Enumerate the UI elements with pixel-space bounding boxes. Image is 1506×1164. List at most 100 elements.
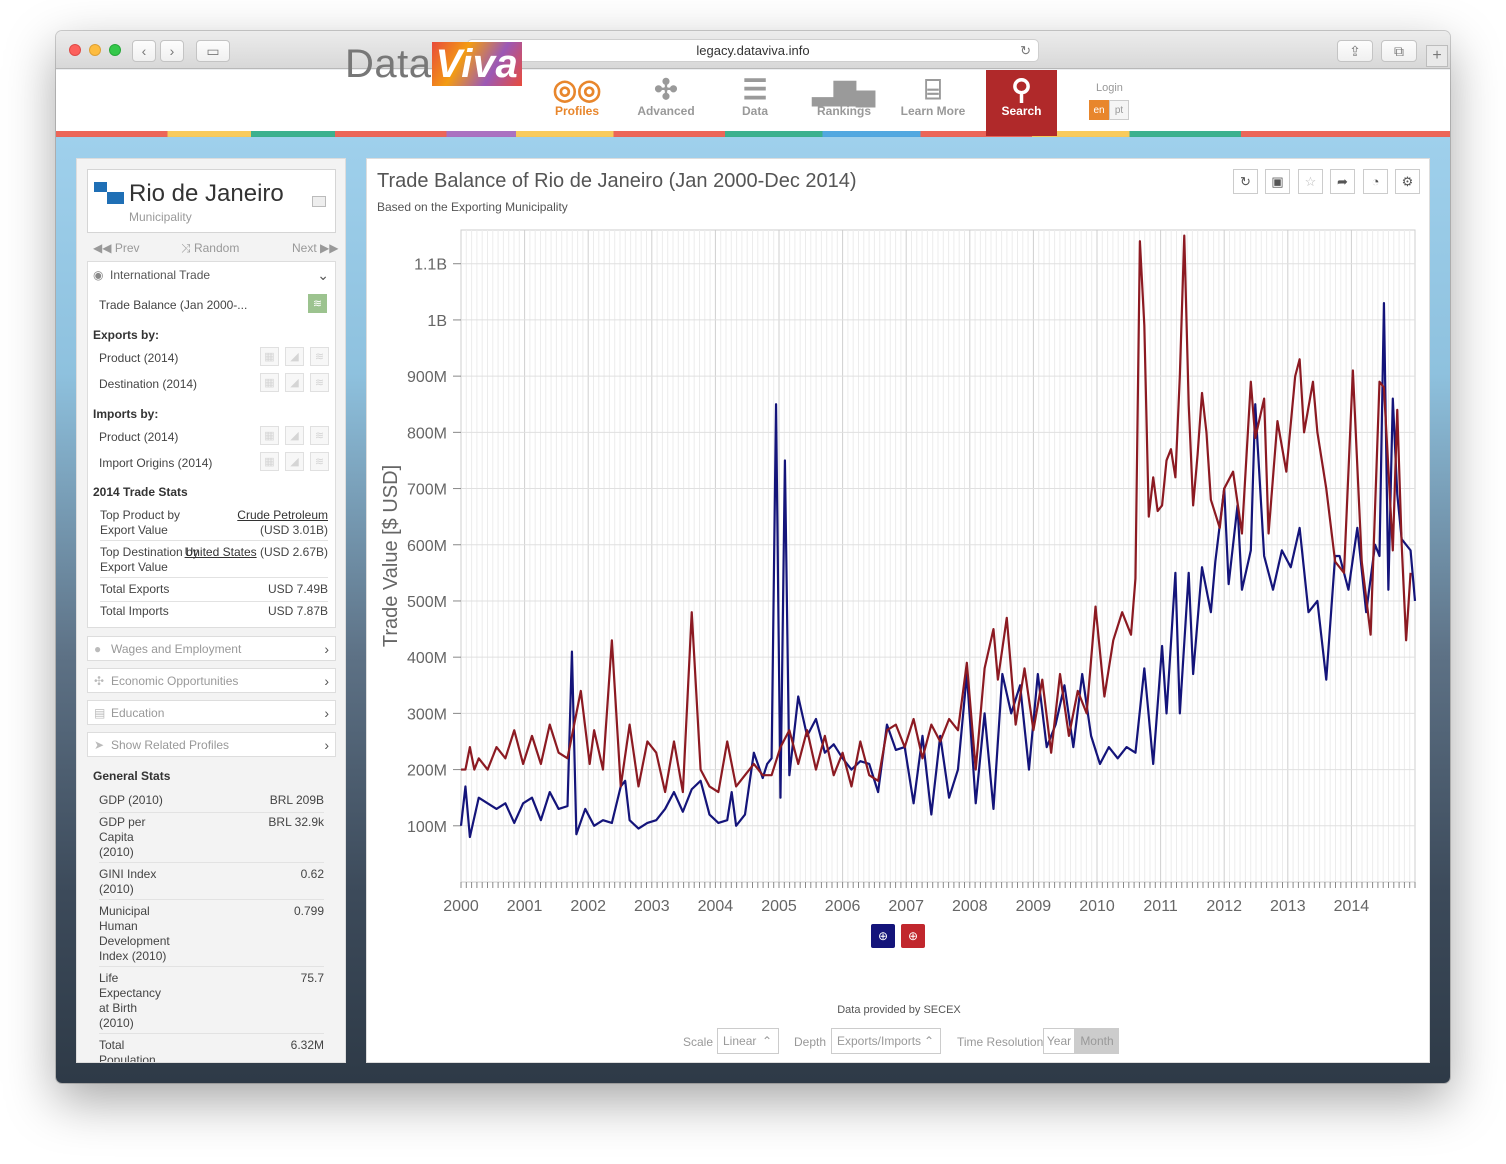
imports-product-link[interactable]: Product (2014) bbox=[99, 430, 178, 444]
chart-panel: Trade Balance of Rio de Janeiro (Jan 200… bbox=[366, 158, 1430, 1063]
trade-balance-link[interactable]: Trade Balance (Jan 2000-... bbox=[99, 298, 247, 312]
exports-destination-link[interactable]: Destination (2014) bbox=[99, 377, 197, 391]
scale-select[interactable]: Linear ⌃ bbox=[717, 1028, 779, 1054]
top-product-label: Top Product by Export Value bbox=[100, 508, 181, 537]
star-icon[interactable]: ☆ bbox=[1298, 169, 1323, 194]
line-chart-icon[interactable]: ≋ bbox=[310, 426, 329, 445]
reload-icon[interactable]: ↻ bbox=[1020, 40, 1031, 61]
line-chart-icon[interactable]: ≋ bbox=[310, 452, 329, 471]
card-icon[interactable] bbox=[312, 196, 326, 207]
treemap-icon[interactable]: ▦ bbox=[260, 426, 279, 445]
wages-section-header[interactable]: ● Wages and Employment › bbox=[87, 636, 336, 661]
refresh-icon[interactable]: ↻ bbox=[1233, 169, 1258, 194]
nav-advanced-label: Advanced bbox=[637, 104, 695, 118]
save-icon[interactable]: ▣ bbox=[1265, 169, 1290, 194]
minimize-window-button[interactable] bbox=[89, 44, 101, 56]
nav-profiles-label: Profiles bbox=[554, 104, 599, 118]
x-tick-label: 2012 bbox=[1206, 898, 1242, 915]
top-product-link[interactable]: Crude Petroleum bbox=[237, 508, 328, 522]
share-icon[interactable]: ➦ bbox=[1330, 169, 1355, 194]
nav-advanced[interactable]: ✣ Advanced bbox=[629, 70, 703, 136]
dashboard-icon[interactable]: ◔ bbox=[1363, 169, 1388, 194]
y-tick-label: 1B bbox=[427, 313, 447, 330]
new-tab-icon[interactable]: + bbox=[1426, 45, 1448, 67]
exports-by-heading: Exports by: bbox=[93, 328, 160, 342]
line-chart-icon[interactable]: ≋ bbox=[308, 294, 327, 313]
top-destination-amount: (USD 2.67B) bbox=[259, 545, 328, 559]
dataviva-logo[interactable]: Data Viva bbox=[345, 42, 523, 87]
nav-search[interactable]: ⚲ Search bbox=[986, 70, 1057, 136]
stat-label: GDP per Capita (2010) bbox=[99, 815, 146, 859]
next-profile-link[interactable]: Next ▶▶ bbox=[292, 241, 339, 255]
stacked-chart-icon[interactable]: ◢ bbox=[285, 373, 304, 392]
browser-window: ‹ › ▭ legacy.dataviva.info ↻ ⇪ ⧉ + Data V… bbox=[56, 31, 1450, 1083]
export-globe-icon[interactable]: ⊕ bbox=[871, 924, 895, 948]
close-window-button[interactable] bbox=[69, 44, 81, 56]
tabs-icon[interactable]: ⧉ bbox=[1381, 40, 1417, 62]
wages-label: Wages and Employment bbox=[111, 642, 242, 656]
y-tick-label: 500M bbox=[407, 594, 447, 611]
settings-icon[interactable]: ⚙ bbox=[1395, 169, 1420, 194]
nav-search-label: Search bbox=[1001, 104, 1042, 118]
top-destination-link[interactable]: United States bbox=[185, 545, 257, 559]
binoculars-icon: ◎◎ bbox=[552, 74, 602, 105]
top-destination-value-wrap: United States (USD 2.67B) bbox=[185, 545, 328, 560]
next-icon: ▶▶ bbox=[320, 241, 339, 255]
login-link[interactable]: Login bbox=[1096, 82, 1123, 94]
scale-value: Linear bbox=[723, 1034, 757, 1048]
zoom-window-button[interactable] bbox=[109, 44, 121, 56]
line-chart-icon[interactable]: ≋ bbox=[310, 373, 329, 392]
month-toggle[interactable]: Month bbox=[1075, 1028, 1119, 1054]
shuffle-icon: ⤨ bbox=[181, 241, 191, 255]
sidebar-toggle-icon[interactable]: ▭ bbox=[196, 40, 230, 62]
y-tick-label: 400M bbox=[407, 650, 447, 667]
x-tick-label: 2002 bbox=[570, 898, 606, 915]
import-globe-icon[interactable]: ⊕ bbox=[901, 924, 925, 948]
population-stat: Total Population 6.32M bbox=[99, 1038, 324, 1062]
top-product-stat: Top Product by Export Value Crude Petrol… bbox=[100, 508, 328, 541]
exports-product-link[interactable]: Product (2014) bbox=[99, 351, 178, 365]
search-icon: ⚲ bbox=[1011, 74, 1032, 105]
trade-section-label: International Trade bbox=[110, 268, 211, 282]
nav-profiles[interactable]: ◎◎ Profiles bbox=[540, 70, 614, 136]
imports-origins-link[interactable]: Import Origins (2014) bbox=[99, 456, 212, 470]
chart-title: Trade Balance of Rio de Janeiro (Jan 200… bbox=[377, 170, 857, 192]
book-icon: ⌸ bbox=[924, 74, 942, 105]
y-tick-label: 600M bbox=[407, 538, 447, 555]
y-tick-label: 900M bbox=[407, 369, 447, 386]
back-icon[interactable]: ‹ bbox=[132, 40, 156, 62]
treemap-icon[interactable]: ▦ bbox=[260, 347, 279, 366]
line-chart-icon[interactable]: ≋ bbox=[310, 347, 329, 366]
prev-profile-link[interactable]: ◀◀ Prev bbox=[93, 241, 140, 255]
nav-rankings[interactable]: ▂▆▄ Rankings bbox=[807, 70, 881, 136]
education-section-header[interactable]: ▤ Education › bbox=[87, 700, 336, 725]
chevron-right-icon: › bbox=[324, 737, 329, 753]
book-icon: ▤ bbox=[94, 706, 106, 720]
x-tick-label: 2001 bbox=[507, 898, 543, 915]
lang-pt-button[interactable]: pt bbox=[1109, 100, 1129, 120]
profile-card: Rio de Janeiro Municipality bbox=[87, 169, 336, 233]
lang-en-button[interactable]: en bbox=[1089, 100, 1109, 120]
depth-select[interactable]: Exports/Imports ⌃ bbox=[831, 1028, 941, 1054]
chevron-down-icon: ⌄ bbox=[317, 267, 329, 283]
stacked-chart-icon[interactable]: ◢ bbox=[285, 347, 304, 366]
share-icon[interactable]: ⇪ bbox=[1337, 40, 1373, 62]
nav-learn-more[interactable]: ⌸ Learn More bbox=[896, 70, 970, 136]
y-tick-label: 1.1B bbox=[414, 257, 447, 274]
gdp-stat: GDP (2010) BRL 209B bbox=[99, 793, 324, 813]
address-bar[interactable]: legacy.dataviva.info ↻ bbox=[467, 39, 1039, 62]
related-profiles-header[interactable]: ➤ Show Related Profiles › bbox=[87, 732, 336, 757]
year-toggle[interactable]: Year bbox=[1043, 1028, 1075, 1054]
stacked-chart-icon[interactable]: ◢ bbox=[285, 426, 304, 445]
international-trade-header[interactable]: ◉ International Trade ⌄ bbox=[88, 262, 335, 288]
stacked-chart-icon[interactable]: ◢ bbox=[285, 452, 304, 471]
x-tick-label: 2013 bbox=[1270, 898, 1306, 915]
chevron-up-icon: ⌃ bbox=[761, 1034, 772, 1048]
random-profile-link[interactable]: ⤨ Random bbox=[181, 241, 239, 256]
forward-icon[interactable]: › bbox=[160, 40, 184, 62]
x-tick-label: 2014 bbox=[1334, 898, 1370, 915]
treemap-icon[interactable]: ▦ bbox=[260, 373, 279, 392]
economic-opportunities-header[interactable]: ✣ Economic Opportunities › bbox=[87, 668, 336, 693]
treemap-icon[interactable]: ▦ bbox=[260, 452, 279, 471]
nav-data[interactable]: ☰ Data bbox=[718, 70, 792, 136]
